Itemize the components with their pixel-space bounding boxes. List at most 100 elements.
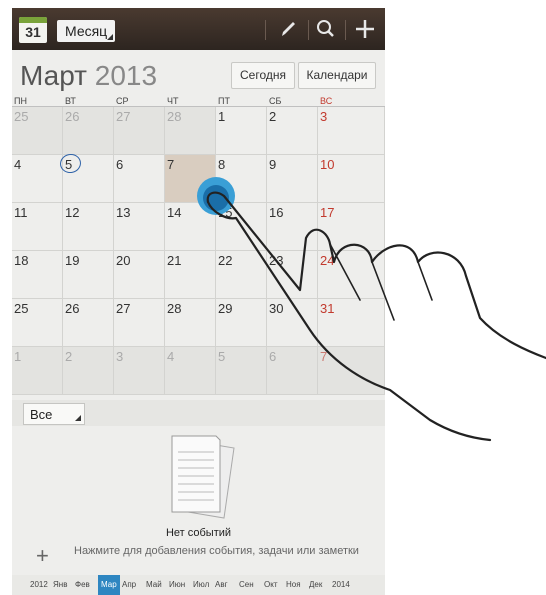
month-bar-item[interactable]: Сен <box>239 580 254 589</box>
day-cell[interactable]: 13 <box>114 203 165 251</box>
today-button[interactable]: Сегодня <box>231 62 295 89</box>
filter-spinner[interactable]: Все <box>23 403 85 425</box>
day-cell[interactable]: 4 <box>12 155 63 203</box>
month-bar-item[interactable]: Июл <box>193 580 209 589</box>
search-icon[interactable] <box>312 16 340 42</box>
month-bar-item[interactable]: Май <box>146 580 162 589</box>
day-number: 1 <box>218 109 226 124</box>
day-number: 14 <box>167 205 182 220</box>
day-number: 7 <box>167 157 175 172</box>
day-number: 7 <box>320 349 328 364</box>
day-cell[interactable]: 7 <box>165 155 216 203</box>
weekday-label: СР <box>116 96 129 106</box>
action-bar: 31 Месяц <box>12 8 385 50</box>
day-number: 2 <box>269 109 277 124</box>
day-cell[interactable]: 21 <box>165 251 216 299</box>
day-number: 28 <box>167 301 182 316</box>
add-event-hint[interactable]: Нажмите для добавления события, задачи и… <box>74 544 374 558</box>
day-number: 13 <box>116 205 131 220</box>
day-cell[interactable]: 31 <box>318 299 385 347</box>
day-cell[interactable]: 12 <box>63 203 114 251</box>
day-number: 28 <box>167 109 182 124</box>
day-number: 26 <box>65 301 80 316</box>
month-bar-item[interactable]: Окт <box>264 580 277 589</box>
day-cell[interactable]: 25 <box>12 107 63 155</box>
day-cell[interactable]: 9 <box>267 155 318 203</box>
day-cell[interactable]: 4 <box>165 347 216 395</box>
month-bar-item[interactable]: 2014 <box>332 580 350 589</box>
day-number: 6 <box>269 349 277 364</box>
day-cell[interactable]: 1 <box>216 107 267 155</box>
day-number: 2 <box>65 349 73 364</box>
day-number: 6 <box>116 157 124 172</box>
month-bar-item[interactable]: Мар <box>98 575 120 595</box>
calendar-icon-band <box>19 17 47 23</box>
day-cell[interactable]: 1 <box>12 347 63 395</box>
day-number: 19 <box>65 253 80 268</box>
action-divider <box>265 20 266 40</box>
day-cell[interactable]: 11 <box>12 203 63 251</box>
day-number: 10 <box>320 157 335 172</box>
day-number: 24 <box>320 253 335 268</box>
month-bar-item[interactable]: Янв <box>53 580 67 589</box>
day-cell[interactable]: 6 <box>114 155 165 203</box>
day-number: 4 <box>167 349 175 364</box>
weekday-label: ВТ <box>65 96 76 106</box>
day-cell[interactable]: 26 <box>63 107 114 155</box>
day-cell[interactable]: 8 <box>216 155 267 203</box>
day-cell[interactable]: 14 <box>165 203 216 251</box>
pencil-icon[interactable] <box>274 16 302 42</box>
action-divider <box>345 20 346 40</box>
day-cell[interactable]: 6 <box>267 347 318 395</box>
add-event-icon[interactable]: + <box>36 545 49 567</box>
day-cell[interactable]: 7 <box>318 347 385 395</box>
day-cell[interactable]: 5 <box>58 152 114 203</box>
day-cell[interactable]: 30 <box>267 299 318 347</box>
day-cell[interactable]: 18 <box>12 251 63 299</box>
day-number: 17 <box>320 205 335 220</box>
day-cell[interactable]: 20 <box>114 251 165 299</box>
month-bar-item[interactable]: Июн <box>169 580 185 589</box>
day-cell[interactable]: 3 <box>114 347 165 395</box>
calendar-app-icon[interactable]: 31 <box>19 17 47 43</box>
month-bar: 2012 Янв Фев Мар Апр Май Июн Июл Авг Сен Окт Ноя Дек… <box>12 575 385 595</box>
day-number: 29 <box>218 301 233 316</box>
weekday-label: ПТ <box>218 96 230 106</box>
day-cell[interactable]: 17 <box>318 203 385 251</box>
year-label: 2013 <box>94 60 158 91</box>
month-bar-item[interactable]: 2012 <box>30 580 48 589</box>
calendars-button[interactable]: Календари <box>298 62 376 89</box>
month-bar-item[interactable]: Дек <box>309 580 322 589</box>
day-number: 25 <box>14 109 29 124</box>
day-cell[interactable]: 26 <box>63 299 114 347</box>
day-cell[interactable]: 2 <box>63 347 114 395</box>
view-mode-spinner[interactable]: Месяц <box>57 20 115 42</box>
day-cell[interactable]: 27 <box>114 107 165 155</box>
day-cell[interactable]: 27 <box>114 299 165 347</box>
day-cell[interactable]: 2 <box>267 107 318 155</box>
day-cell[interactable]: 28 <box>165 107 216 155</box>
month-bar-item[interactable]: Авг <box>215 580 228 589</box>
day-cell[interactable]: 25 <box>12 299 63 347</box>
month-bar-item[interactable]: Ноя <box>286 580 301 589</box>
day-cell[interactable]: 10 <box>318 155 385 203</box>
day-cell[interactable]: 19 <box>63 251 114 299</box>
month-bar-item[interactable]: Апр <box>122 580 136 589</box>
day-number: 3 <box>116 349 124 364</box>
day-number: 5 <box>218 349 226 364</box>
day-cell[interactable]: 29 <box>216 299 267 347</box>
day-cell[interactable]: 24 <box>318 251 385 299</box>
month-bar-item[interactable]: Фев <box>75 580 90 589</box>
day-cell[interactable]: 15 <box>216 203 267 251</box>
plus-icon[interactable] <box>351 16 379 42</box>
day-cell[interactable]: 23 <box>267 251 318 299</box>
day-cell[interactable]: 3 <box>318 107 385 155</box>
day-number: 12 <box>65 205 80 220</box>
day-cell[interactable]: 28 <box>165 299 216 347</box>
day-number: 4 <box>14 157 22 172</box>
day-number: 8 <box>218 157 226 172</box>
day-cell[interactable]: 16 <box>267 203 318 251</box>
day-cell[interactable]: 5 <box>216 347 267 395</box>
day-number: 27 <box>116 109 131 124</box>
day-cell[interactable]: 22 <box>216 251 267 299</box>
